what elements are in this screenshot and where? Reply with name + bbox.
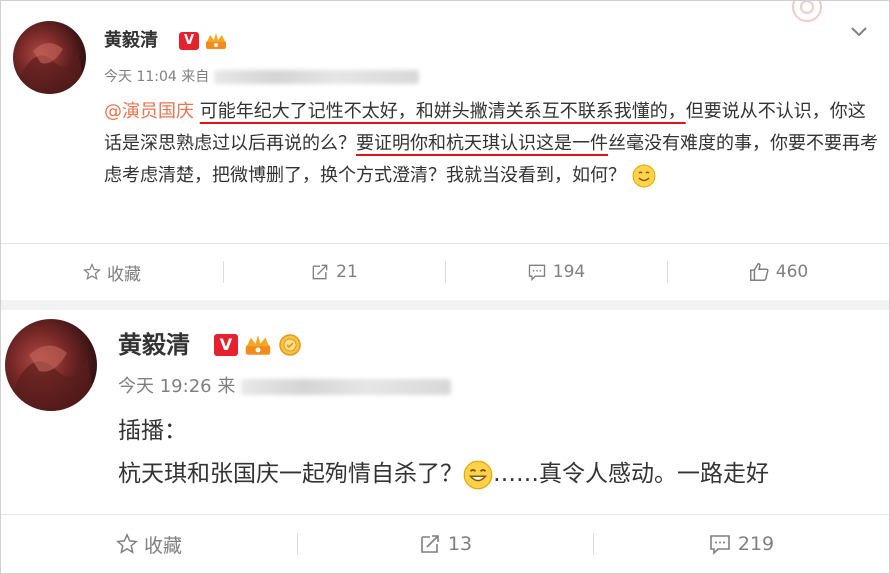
mention-link[interactable]: @演员国庆 [104, 101, 194, 122]
crown-icon[interactable] [244, 334, 272, 356]
post-meta: 今天 19:26 来 [118, 375, 452, 399]
dropdown-chevron-icon[interactable] [847, 19, 871, 43]
author-badges: V [179, 32, 227, 50]
smile-emoji-icon [463, 460, 493, 489]
verified-icon[interactable]: V [179, 32, 199, 50]
favorite-button[interactable]: 收藏 [1, 515, 297, 573]
repost-button[interactable]: 21 [223, 244, 445, 300]
verified-icon[interactable]: V [214, 334, 238, 356]
text-segment: ……真令人感动。一路走好 [493, 461, 769, 487]
blurred-source [241, 379, 452, 395]
repost-count: 21 [336, 262, 358, 282]
comment-button[interactable]: 219 [593, 515, 889, 573]
underlined-segment: 可能年纪大了记性不太好，和姘头撇清关系互不联系我懂的， [199, 101, 686, 122]
weibo-post-1: 黄毅清 V 今天 11:04 来自 @演员国庆 可能年纪大了记性不太好，和姘头撇… [1, 1, 889, 244]
post-meta: 今天 11:04 来自 [104, 67, 419, 87]
favorite-label: 收藏 [107, 264, 141, 285]
medal-icon[interactable] [278, 333, 302, 357]
repost-count: 13 [447, 533, 473, 555]
repost-icon [312, 264, 328, 280]
crown-icon[interactable] [205, 32, 227, 50]
author-name[interactable]: 黄毅清 [104, 29, 158, 53]
comment-count: 194 [552, 262, 586, 282]
favorite-button[interactable]: 收藏 [1, 244, 223, 300]
smile-emoji-icon [632, 164, 656, 188]
source-prefix: 来自 [181, 69, 210, 85]
author-badges: V [214, 333, 302, 357]
post-separator [1, 300, 889, 310]
comment-icon [710, 535, 730, 555]
star-icon [116, 533, 138, 554]
screenshot-frame: 黄毅清 V 今天 11:04 来自 @演员国庆 可能年纪大了记性不太好，和姘头撇… [0, 0, 890, 574]
avatar[interactable] [13, 21, 86, 94]
post-1-action-bar: 收藏 21 194 460 [1, 244, 889, 300]
author-name[interactable]: 黄毅清 [118, 329, 190, 361]
like-count: 460 [775, 262, 809, 282]
comment-icon [528, 264, 545, 282]
thumb-up-icon [749, 263, 769, 281]
underlined-segment: 要证明你和杭天琪认识这是一件 [356, 133, 608, 154]
repost-icon [421, 535, 439, 553]
post-text: @演员国庆 可能年纪大了记性不太好，和姘头撇清关系互不联系我懂的，但要说从不认识… [104, 96, 879, 192]
avatar[interactable] [5, 319, 97, 411]
blurred-source [213, 70, 419, 84]
post-text-line: 插播： [118, 418, 187, 444]
text-segment: 杭天琪和张国庆一起殉情自杀了？ [118, 461, 463, 487]
favorite-label: 收藏 [143, 534, 182, 557]
post-time[interactable]: 今天 11:04 [104, 69, 177, 85]
star-icon [83, 263, 101, 280]
post-time[interactable]: 今天 19:26 [118, 376, 212, 397]
source-prefix: 来 [217, 376, 236, 397]
post-2-action-bar: 收藏 13 219 [1, 515, 889, 573]
post-text-line: 杭天琪和张国庆一起殉情自杀了？ ……真令人感动。一路走好 [118, 457, 889, 491]
comment-button[interactable]: 194 [445, 244, 667, 300]
comment-count: 219 [737, 533, 775, 555]
like-button[interactable]: 460 [667, 244, 889, 300]
repost-button[interactable]: 13 [297, 515, 593, 573]
watermark-icon [792, 1, 822, 22]
